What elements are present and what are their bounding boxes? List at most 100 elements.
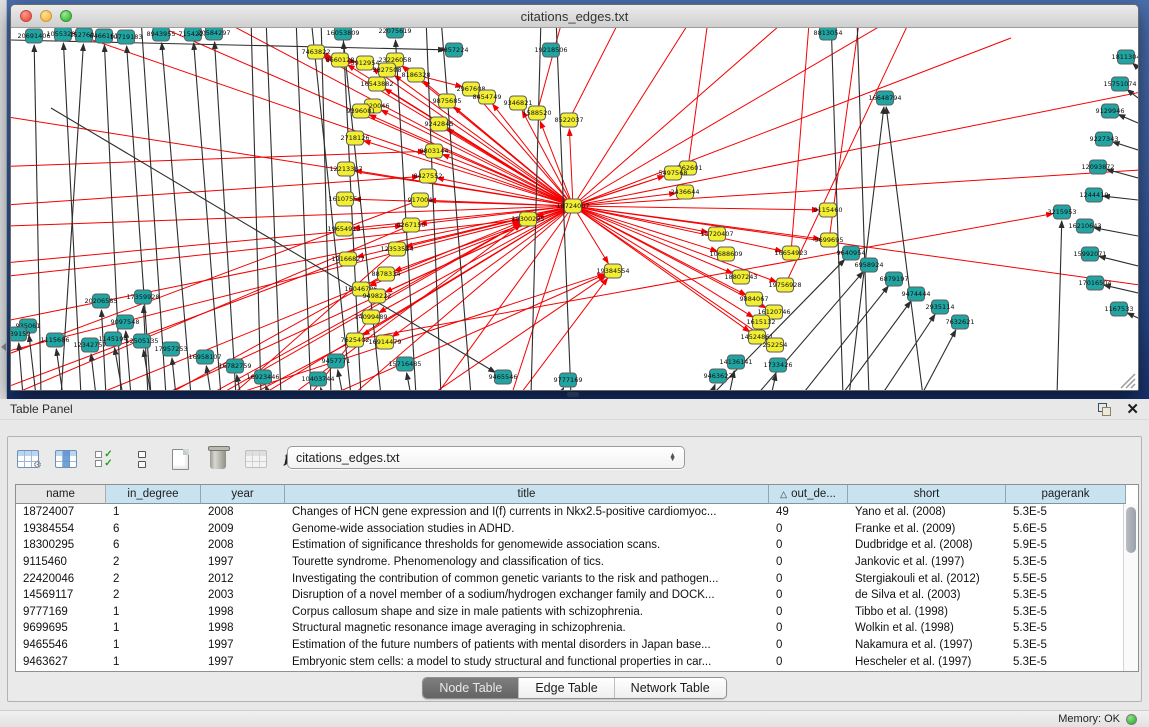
new-table-button[interactable] — [166, 445, 194, 473]
column-header-year[interactable]: year — [201, 485, 285, 504]
table-row[interactable]: 1456911722003Disruption of a novel membe… — [16, 587, 1123, 604]
graph-node[interactable]: 1244419 — [1080, 188, 1109, 202]
column-checkboxes-button[interactable]: ✓ ✓ — [90, 445, 118, 473]
column-header-out_de[interactable]: △out_de... — [769, 485, 848, 504]
table-row[interactable]: 977716911998Corpus callosum shape and si… — [16, 604, 1123, 621]
column-header-pagerank[interactable]: pagerank — [1006, 485, 1126, 504]
graph-node[interactable]: 16782759 — [218, 359, 251, 373]
table-scrollbar[interactable] — [1123, 504, 1138, 671]
graph-node[interactable]: 9463627 — [704, 369, 733, 383]
network-window[interactable]: citations_edges.txt 18724007271812612213… — [10, 4, 1139, 391]
graph-node[interactable]: 9097548 — [111, 315, 140, 329]
graph-node[interactable]: 917004 — [408, 193, 433, 207]
table-row[interactable]: 911546021997Tourette syndrome. Phenomeno… — [16, 554, 1123, 571]
graph-node[interactable]: 1588520 — [523, 106, 552, 120]
tab-edge-table[interactable]: Edge Table — [519, 678, 614, 698]
graph-node[interactable]: 9803144 — [420, 144, 449, 158]
graph-node[interactable]: 6879197 — [880, 272, 909, 286]
column-header-title[interactable]: title — [285, 485, 769, 504]
table-cell: 49 — [769, 506, 848, 518]
graph-node[interactable]: 22075619 — [378, 28, 411, 38]
minimize-window-button[interactable] — [40, 10, 52, 22]
graph-node[interactable]: 8267150 — [397, 218, 426, 232]
graph-node[interactable]: 8522037 — [555, 113, 584, 127]
float-panel-icon[interactable] — [1098, 403, 1112, 416]
graph-node[interactable]: 2935114 — [926, 300, 955, 314]
graph-node[interactable]: 1811304 — [1112, 50, 1138, 64]
graph-node[interactable]: 8813054 — [814, 28, 843, 40]
graph-node[interactable]: 8943955 — [147, 28, 176, 41]
close-window-button[interactable] — [20, 10, 32, 22]
graph-node[interactable]: 15720407 — [700, 227, 733, 241]
graph-node[interactable]: 252254 — [763, 338, 788, 352]
svg-text:7625402: 7625402 — [341, 336, 370, 344]
status-bar: Memory: OK — [0, 710, 1149, 727]
table-selector-dropdown[interactable]: citations_edges.txt ▲▼ — [287, 446, 685, 469]
graph-node[interactable]: 19218506 — [534, 43, 567, 57]
table-cell: 22420046 — [16, 573, 106, 585]
table-cell: 5.9E-5 — [1006, 539, 1126, 551]
graph-node[interactable]: 16958107 — [188, 350, 221, 364]
window-resize-grip[interactable] — [1121, 374, 1135, 388]
table-row[interactable]: 946362711997Embryonic stem cells: a mode… — [16, 653, 1123, 670]
close-panel-icon[interactable]: ✕ — [1126, 403, 1139, 416]
graph-node[interactable]: 15716485 — [388, 357, 421, 371]
table-cell: 5.3E-5 — [1006, 589, 1126, 601]
graph-node[interactable]: 16053809 — [326, 28, 359, 40]
table-row[interactable]: 1938455462009Genome-wide association stu… — [16, 521, 1123, 538]
table-settings-button[interactable]: ⚙ — [14, 445, 42, 473]
graph-node[interactable]: 15751074 — [1103, 77, 1136, 91]
svg-text:8813054: 8813054 — [814, 29, 843, 37]
svg-text:9465546: 9465546 — [489, 373, 518, 381]
row-height-button[interactable] — [128, 445, 156, 473]
scrollbar-thumb[interactable] — [1126, 507, 1136, 553]
citation-edge-red — [688, 28, 711, 168]
graph-node[interactable]: 7632621 — [946, 315, 975, 329]
graph-node[interactable]: 19756928 — [768, 278, 801, 292]
citation-edge-red — [11, 108, 573, 206]
table-row[interactable]: 946554611997Estimation of the future num… — [16, 637, 1123, 654]
graph-node[interactable]: 15992071 — [1073, 247, 1106, 261]
tab-network-table[interactable]: Network Table — [615, 678, 726, 698]
table-cell: 1 — [106, 606, 201, 618]
graph-node[interactable]: 8878334 — [372, 267, 401, 281]
network-window-titlebar[interactable]: citations_edges.txt — [11, 5, 1138, 28]
graph-node[interactable]: 9474444 — [902, 287, 931, 301]
graph-node[interactable]: 17016504 — [1078, 276, 1111, 290]
graph-node[interactable]: 1733426 — [764, 358, 793, 372]
graph-node[interactable]: 17359928 — [126, 290, 159, 304]
graph-node[interactable]: 9699695 — [815, 233, 844, 247]
graph-node[interactable]: 6958924 — [855, 258, 884, 272]
splitpane-collapse-icon[interactable] — [1, 343, 6, 351]
table-row[interactable]: 1872400712008Changes of HCN gene express… — [16, 504, 1123, 521]
citation-edge-black — [921, 330, 956, 391]
network-canvas[interactable]: 1872400727181261221338716107554196549131… — [11, 28, 1138, 391]
select-columns-button[interactable] — [52, 445, 80, 473]
tab-node-table[interactable]: Node Table — [423, 678, 519, 698]
delete-table-button[interactable] — [204, 445, 232, 473]
column-header-short[interactable]: short — [848, 485, 1006, 504]
column-header-name[interactable]: name — [16, 485, 106, 504]
table-row[interactable]: 2242004622012Investigating the contribut… — [16, 570, 1123, 587]
zoom-window-button[interactable] — [60, 10, 72, 22]
graph-node[interactable]: 16648794 — [868, 91, 901, 105]
column-header-in_degree[interactable]: in_degree — [106, 485, 201, 504]
splitpane-handle[interactable] — [567, 392, 579, 397]
table-row[interactable]: 969969511998Structural magnetic resonanc… — [16, 620, 1123, 637]
graph-node[interactable]: 20206585 — [84, 294, 117, 308]
graph-node[interactable]: 16107554 — [328, 192, 361, 206]
graph-node[interactable]: 17957253 — [154, 342, 187, 356]
graph-node[interactable]: 9465546 — [489, 370, 518, 384]
graph-node[interactable]: 14136141 — [719, 355, 752, 369]
graph-node[interactable]: 2718126 — [341, 131, 370, 145]
graph-node[interactable]: 16210643 — [1068, 219, 1101, 233]
graph-node[interactable]: 2436644 — [671, 185, 700, 199]
graph-node[interactable]: 3215953 — [1048, 205, 1077, 219]
gear-icon: ⚙ — [33, 460, 42, 471]
graph-node[interactable]: 9346821 — [504, 96, 533, 110]
graph-node[interactable]: 9227343 — [1090, 132, 1119, 146]
graph-node[interactable]: 8186328 — [402, 68, 431, 82]
table-row[interactable]: 1830029562008Estimation of significance … — [16, 537, 1123, 554]
svg-text:3827508: 3827508 — [373, 66, 402, 74]
graph-node[interactable]: 9777169 — [554, 373, 583, 387]
